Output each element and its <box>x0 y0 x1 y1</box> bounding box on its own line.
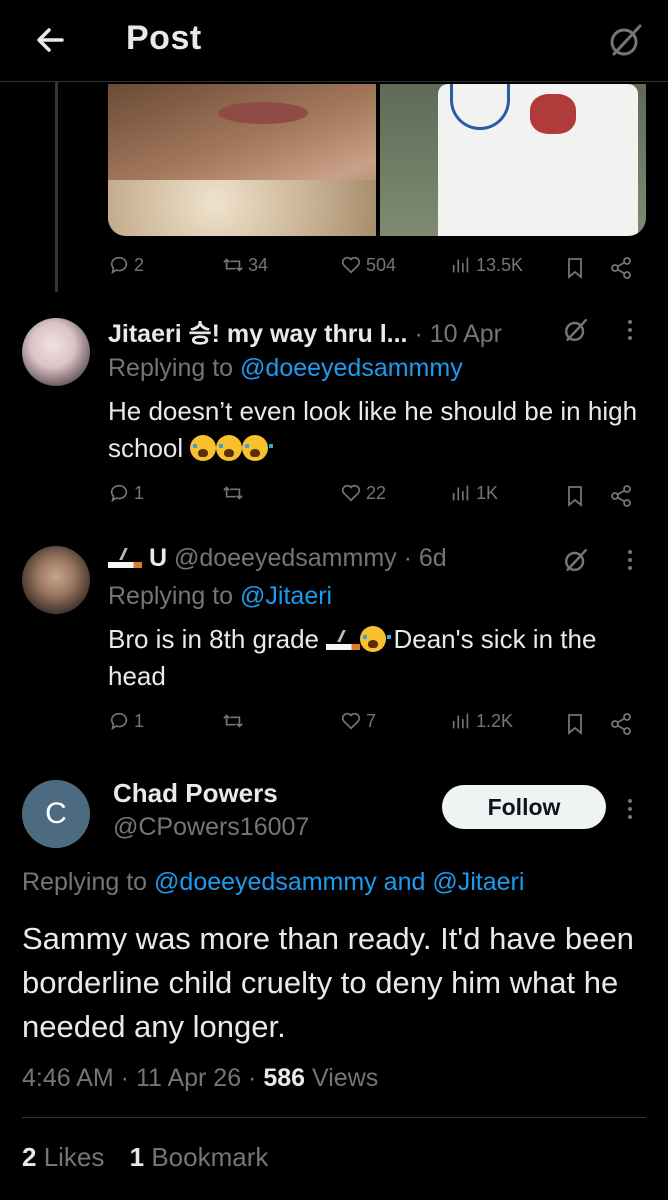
cigarette-emoji-icon <box>108 548 142 568</box>
media-image-right[interactable] <box>380 84 646 236</box>
engagement-stats: 2 Likes 1 Bookmark <box>22 1142 268 1173</box>
views-button[interactable]: 13.5K <box>450 254 523 276</box>
reply-button[interactable]: 2 <box>108 254 144 276</box>
analytics-icon <box>452 257 469 273</box>
analytics-icon <box>452 713 469 729</box>
page-title: Post <box>126 19 202 57</box>
post-actions: 1 22 1K <box>0 482 668 512</box>
like-button[interactable]: 504 <box>340 254 396 276</box>
media-image-left[interactable] <box>108 84 376 236</box>
repost-button[interactable] <box>222 710 244 732</box>
avatar[interactable] <box>22 318 90 386</box>
repost-icon <box>223 258 243 272</box>
post-text: He doesn’t even look like he should be i… <box>108 396 638 463</box>
crying-emoji-icon <box>190 435 222 461</box>
repost-button[interactable] <box>222 482 244 504</box>
replying-to-link[interactable]: @Jitaeri <box>240 582 332 610</box>
replying-to-link[interactable]: @Jitaeri <box>432 868 524 896</box>
reply-icon <box>110 712 128 731</box>
author-name[interactable]: Jitaeri 승! my way thru l... <box>108 320 407 348</box>
post-actions: 1 7 1.2K <box>0 710 668 740</box>
like-button[interactable]: 7 <box>340 710 376 732</box>
share-icon[interactable] <box>609 484 633 508</box>
crying-emoji-icon <box>216 435 248 461</box>
views-button[interactable]: 1K <box>450 482 498 504</box>
replying-to-link[interactable]: @doeeyedsammmy <box>240 354 463 382</box>
grok-icon[interactable] <box>606 20 646 60</box>
follow-button[interactable]: Follow <box>442 785 606 829</box>
bookmark-icon[interactable] <box>563 256 587 280</box>
analytics-icon <box>452 485 469 501</box>
arrow-left-icon[interactable] <box>30 20 70 60</box>
like-button[interactable]: 22 <box>340 482 386 504</box>
divider <box>22 1117 646 1118</box>
repost-icon <box>223 486 243 500</box>
reply-icon <box>110 484 128 503</box>
bookmark-icon[interactable] <box>563 712 587 736</box>
more-icon[interactable] <box>620 795 640 823</box>
heart-icon <box>341 256 361 274</box>
post-actions: 2 34 504 13.5K <box>0 254 668 284</box>
views-button[interactable]: 1.2K <box>450 710 513 732</box>
post-time[interactable]: · 6d <box>404 544 447 572</box>
heart-icon <box>341 484 361 502</box>
post-timestamp: 4:46 AM · 11 Apr 26 · 586 Views <box>22 1064 379 1092</box>
post-text: Bro is in 8th grade Dean's sick in the h… <box>108 624 597 691</box>
repost-icon <box>223 714 243 728</box>
cigarette-emoji-icon <box>326 630 361 650</box>
author-name[interactable]: Chad Powers <box>113 778 278 809</box>
author-name[interactable]: U <box>149 544 167 572</box>
grok-icon[interactable] <box>562 546 590 574</box>
top-bar: Post <box>0 0 668 82</box>
views-count: 586 <box>263 1064 306 1092</box>
crying-emoji-icon <box>360 626 392 652</box>
share-icon[interactable] <box>609 256 633 280</box>
share-icon[interactable] <box>609 712 633 736</box>
crying-emoji-icon <box>242 435 274 461</box>
bookmark-icon[interactable] <box>563 484 587 508</box>
bookmarks-stat[interactable]: 1 Bookmark <box>130 1142 269 1172</box>
replying-to: Replying to @doeeyedsammmy and @Jitaeri <box>22 868 525 896</box>
repost-button[interactable]: 34 <box>222 254 268 276</box>
reply-icon <box>110 256 128 275</box>
avatar[interactable]: C <box>22 780 90 848</box>
reply-button[interactable]: 1 <box>108 710 144 732</box>
reply-button[interactable]: 1 <box>108 482 144 504</box>
likes-stat[interactable]: 2 Likes <box>22 1142 104 1172</box>
post-text: Sammy was more than ready. It'd have bee… <box>22 921 634 1044</box>
more-icon[interactable] <box>620 546 640 574</box>
author-handle[interactable]: @doeeyedsammmy <box>174 544 397 572</box>
grok-icon[interactable] <box>562 316 590 344</box>
avatar[interactable] <box>22 546 90 614</box>
post-media[interactable] <box>108 84 646 236</box>
post-time[interactable]: · 10 Apr <box>414 320 502 348</box>
heart-icon <box>341 712 361 730</box>
replying-to-link[interactable]: @doeeyedsammmy <box>154 868 377 896</box>
more-icon[interactable] <box>620 316 640 344</box>
author-handle[interactable]: @CPowers16007 <box>113 813 309 842</box>
